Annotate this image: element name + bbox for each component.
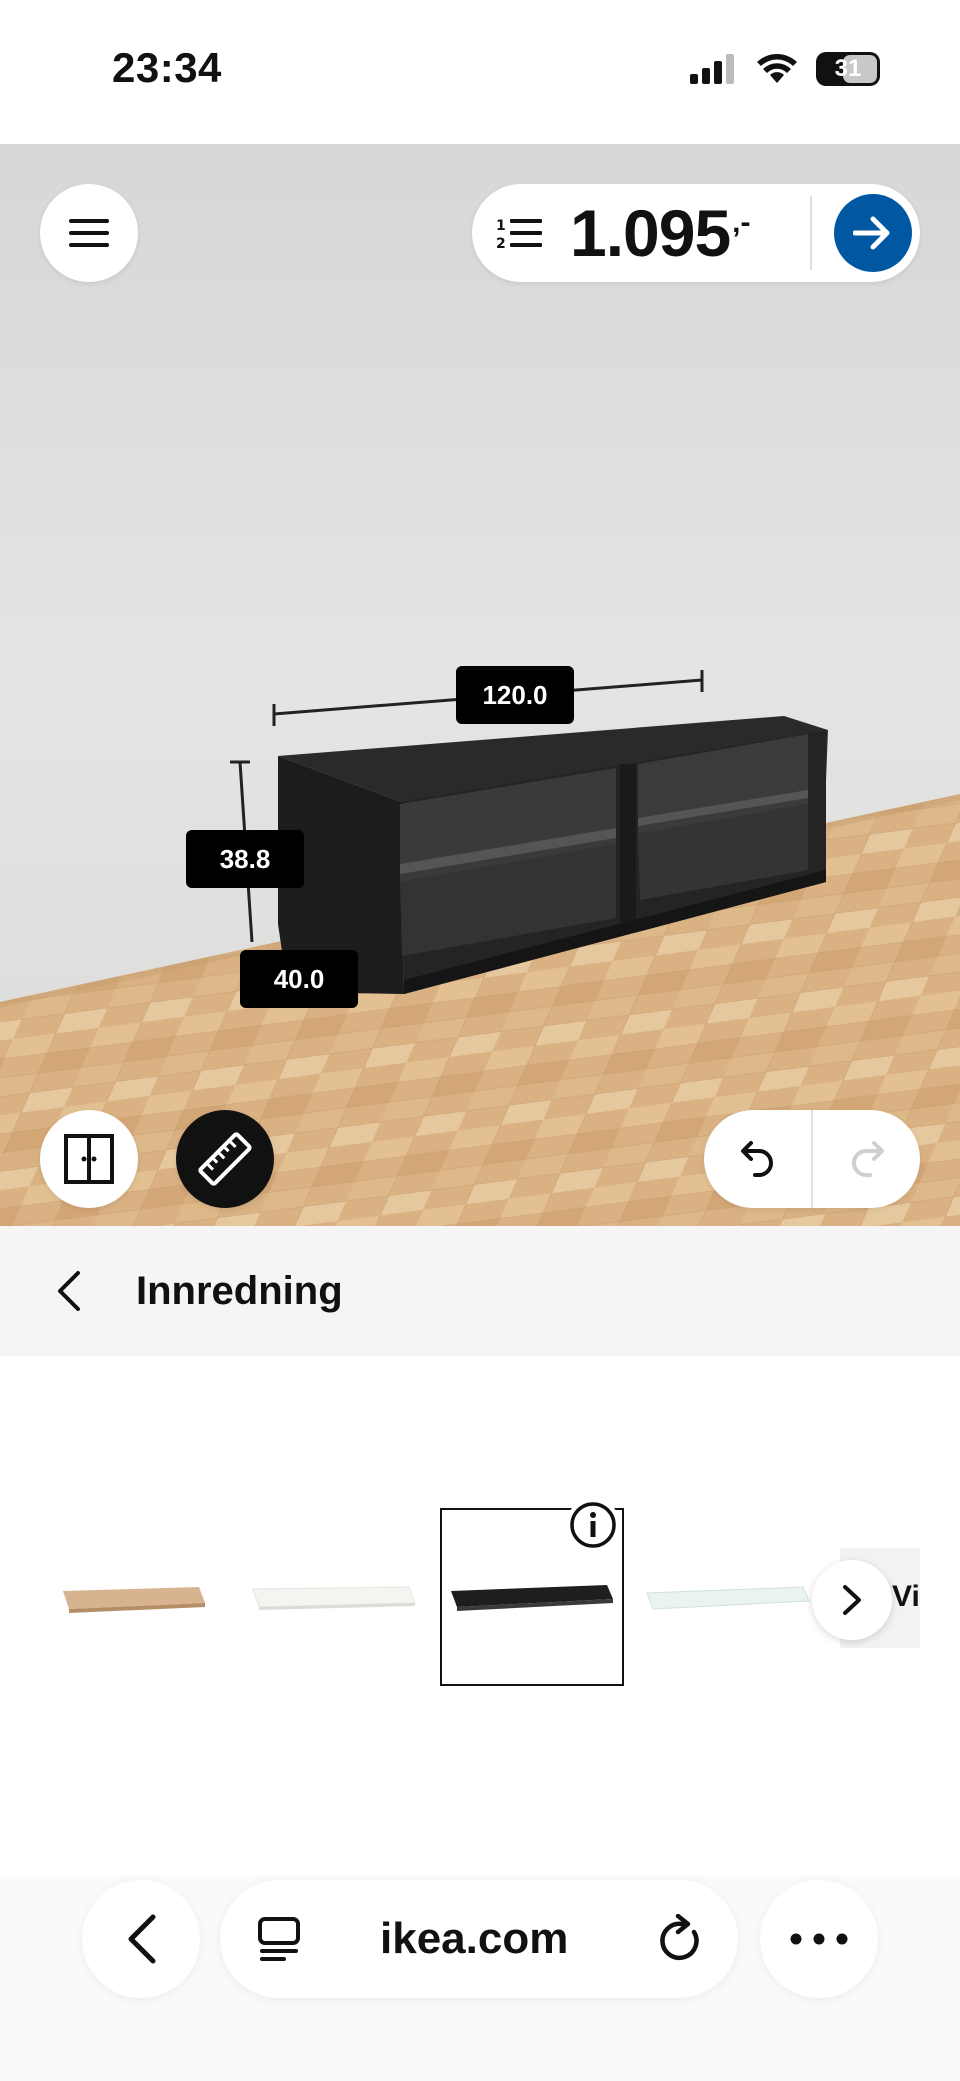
continue-button[interactable] (834, 194, 912, 272)
category-header: Innredning (0, 1226, 960, 1356)
chevron-left-icon (128, 1914, 156, 1964)
depth-dimension-label[interactable]: 40.0 (240, 950, 358, 1008)
menu-button[interactable] (40, 184, 138, 282)
ruler-icon (198, 1132, 252, 1186)
white-shelf-swatch (252, 1586, 416, 1610)
more-dots-icon (790, 1933, 848, 1945)
redo-button[interactable] (813, 1110, 920, 1208)
reader-icon (258, 1917, 300, 1961)
arrow-right-icon (853, 216, 890, 250)
battery-level: 31 (834, 55, 862, 82)
price-summary[interactable]: 1 2 1.095 ,- (472, 184, 920, 282)
status-icons: 31 (690, 52, 880, 86)
info-icon (570, 1502, 616, 1548)
finish-options: Vi (0, 1356, 960, 1876)
total-price: 1.095 (570, 196, 731, 270)
planner-scene[interactable]: 1 2 1.095 ,- 120.0 38.8 40.0 (0, 144, 960, 1226)
svg-text:2: 2 (496, 236, 506, 250)
reload-icon[interactable] (656, 1914, 704, 1964)
measure-button[interactable] (176, 1110, 274, 1208)
price-suffix: ,- (732, 206, 751, 239)
browser-more-button[interactable] (760, 1880, 878, 1998)
black-shelf-swatch (451, 1585, 613, 1611)
wifi-icon (757, 54, 797, 83)
oak-shelf-swatch (63, 1587, 205, 1613)
status-bar: 23:34 31 (0, 0, 960, 144)
redo-icon (851, 1141, 884, 1177)
option-oak-effect[interactable] (42, 1508, 226, 1686)
browser-toolbar: ikea.com (0, 1876, 960, 2081)
numbered-list-icon: 1 2 (496, 218, 542, 250)
scroll-next-button[interactable] (812, 1560, 892, 1640)
width-dimension-label[interactable]: 120.0 (456, 666, 574, 724)
chevron-right-icon (843, 1585, 861, 1615)
option-glass[interactable] (636, 1508, 820, 1686)
more-options-label: Vi (892, 1580, 920, 1613)
undo-icon (740, 1141, 773, 1177)
url-text: ikea.com (380, 1914, 569, 1963)
height-dimension-label[interactable]: 38.8 (186, 830, 304, 888)
address-bar[interactable]: ikea.com (220, 1880, 738, 1998)
doors-toggle-button[interactable] (40, 1110, 138, 1208)
door-toggle-icon (64, 1134, 114, 1184)
category-back-button[interactable] (38, 1261, 98, 1321)
category-title: Innredning (136, 1268, 343, 1313)
option-white[interactable] (242, 1508, 426, 1686)
info-button[interactable] (566, 1498, 620, 1552)
hamburger-menu-icon (69, 219, 109, 247)
signal-icon (690, 54, 734, 84)
status-time: 23:34 (112, 44, 222, 91)
undo-button[interactable] (704, 1110, 811, 1208)
option-black-brown[interactable] (440, 1498, 624, 1686)
glass-shelf-swatch (646, 1586, 810, 1610)
svg-text:1: 1 (496, 218, 506, 234)
undo-redo-group (704, 1110, 920, 1208)
divider (810, 196, 812, 270)
chevron-left-icon (58, 1271, 80, 1311)
battery-icon: 31 (816, 52, 880, 86)
browser-back-button[interactable] (82, 1880, 200, 1998)
